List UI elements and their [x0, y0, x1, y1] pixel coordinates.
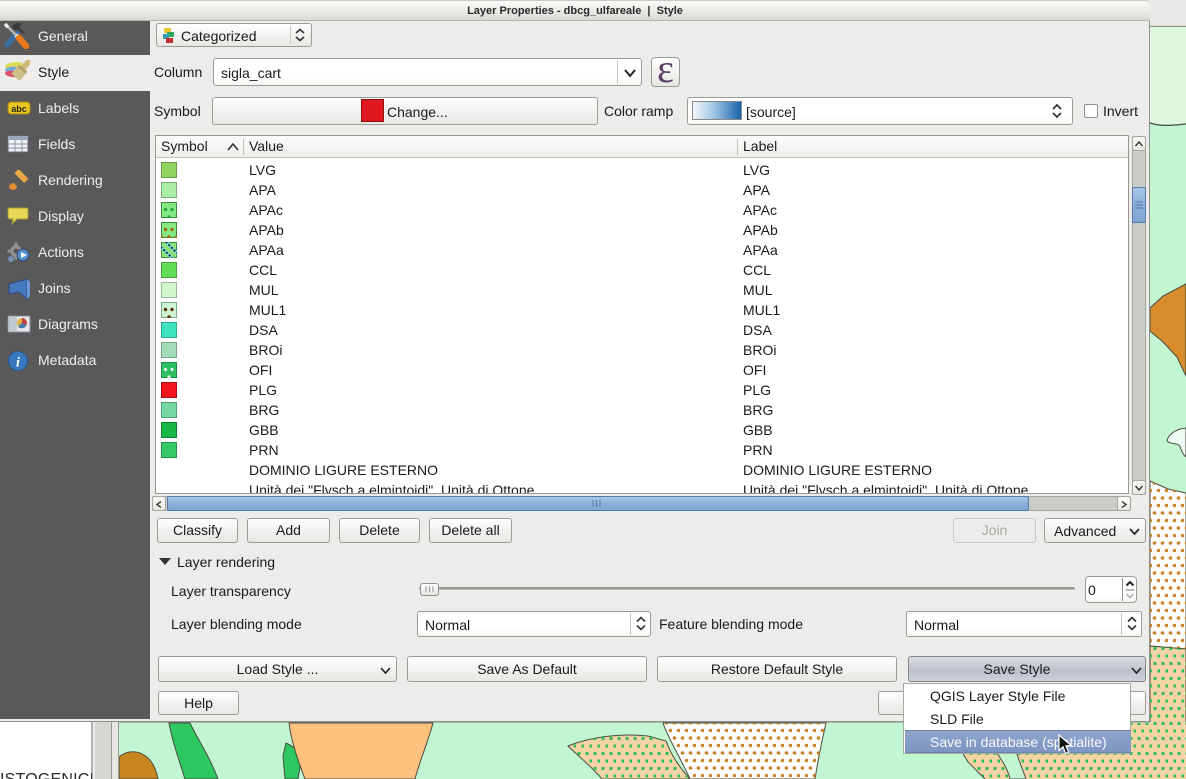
svg-text:i: i [16, 356, 20, 371]
svg-text:abc: abc [11, 104, 27, 114]
